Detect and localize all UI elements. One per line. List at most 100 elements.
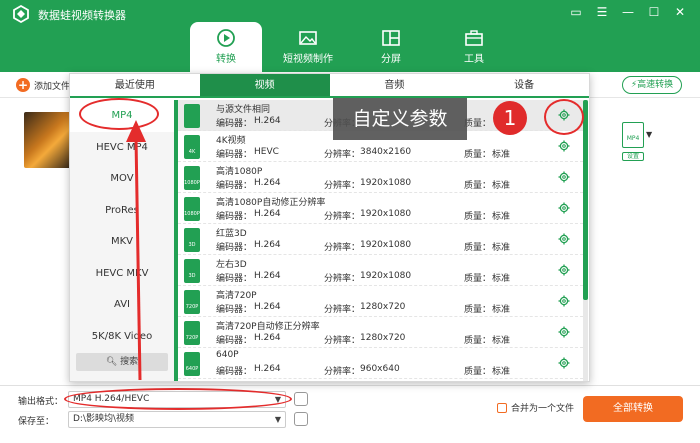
encoder-label: 编码器： — [216, 367, 253, 377]
quality-value: 标准 — [492, 150, 511, 160]
close-icon[interactable]: ✕ — [668, 3, 692, 21]
encoder-label: 编码器： — [216, 212, 253, 222]
preset-row[interactable]: 720P 高清720P 编码器： H.264 分辨率： 1280x720 质量： 标准 — [178, 286, 583, 317]
tab-audio[interactable]: 音频 — [329, 74, 460, 96]
gear-icon[interactable] — [558, 357, 570, 369]
encoder-value: H.264 — [254, 209, 281, 219]
preset-format-icon: 640P — [184, 352, 200, 376]
format-item-mov[interactable]: MOV — [70, 163, 174, 195]
tab-video[interactable]: 视频 — [199, 74, 330, 96]
format-item-prores[interactable]: ProRes — [70, 195, 174, 227]
app-logo-icon — [13, 5, 29, 23]
encoder-label: 编码器： — [216, 274, 253, 284]
tab-short-video[interactable]: 短视频制作 — [272, 22, 344, 72]
preset-name: 红蓝3D — [216, 229, 247, 239]
format-item-hevc-mp4[interactable]: HEVC MP4 — [70, 132, 174, 164]
preset-row[interactable]: 3D 左右3D 编码器： H.264 分辨率： 1920x1080 质量： 标准 — [178, 255, 583, 286]
preset-name: 高清720P — [216, 291, 257, 301]
format-item-avi[interactable]: AVI — [70, 289, 174, 321]
resolution-label: 分辨率： — [324, 274, 361, 284]
gear-icon[interactable] — [558, 233, 570, 245]
tab-split-screen-label: 分屏 — [381, 54, 401, 65]
preset-row[interactable]: 1080P 高清1080P自动修正分辨率 编码器： H.264 分辨率： 1920x108… — [178, 193, 583, 224]
resolution-value: 1280x720 — [360, 333, 406, 343]
tab-device[interactable]: 设备 — [459, 74, 589, 96]
gear-icon[interactable] — [558, 264, 570, 276]
preset-name: 4K视频 — [216, 136, 246, 146]
resolution-label: 分辨率： — [324, 181, 361, 191]
convert-icon — [217, 29, 235, 47]
tab-convert[interactable]: 转换 — [190, 22, 262, 72]
tab-short-video-label: 短视频制作 — [283, 54, 333, 65]
encoder-value: H.264 — [254, 333, 281, 343]
quality-value: 标准 — [492, 336, 511, 346]
quality-label: 质量： — [464, 212, 492, 222]
output-format-preview[interactable]: MP4 设置 ▼ — [622, 122, 652, 164]
preset-name: 与源文件相同 — [216, 105, 271, 115]
quality-label: 质量： — [464, 367, 492, 377]
folder-icon[interactable] — [294, 412, 308, 426]
fast-convert-button[interactable]: ⚡高速转换 — [622, 76, 682, 94]
gear-icon[interactable] — [558, 326, 570, 338]
format-item-5k8k[interactable]: 5K/8K Video — [70, 321, 174, 353]
search-label: 搜索 — [120, 357, 139, 367]
gear-icon[interactable] — [558, 140, 570, 152]
format-item-hevc-mkv[interactable]: HEVC MKV — [70, 258, 174, 290]
format-settings-button[interactable]: 设置 — [622, 152, 644, 161]
window-controls: ▭ ☰ — ☐ ✕ — [564, 3, 692, 21]
resolution-label: 分辨率： — [324, 305, 361, 315]
quality-label: 质量： — [464, 336, 492, 346]
preset-format-icon: 1080P — [184, 197, 200, 221]
tab-split-screen[interactable]: 分屏 — [355, 22, 427, 72]
save-to-select[interactable]: D:\影映均\视频 ▼ — [68, 411, 286, 428]
encoder-value: H.264 — [254, 271, 281, 281]
encoder-label: 编码器： — [216, 305, 253, 315]
split-screen-icon — [382, 30, 400, 46]
gear-icon[interactable] — [558, 295, 570, 307]
menu-icon[interactable]: ☰ — [590, 3, 614, 21]
preset-name: 640P — [216, 350, 239, 360]
preset-format-icon — [184, 104, 200, 128]
preset-row[interactable]: 3D 红蓝3D 编码器： H.264 分辨率： 1920x1080 质量： 标准 — [178, 224, 583, 255]
merge-checkbox[interactable]: 合并为一个文件 — [497, 401, 574, 414]
gear-icon[interactable] — [558, 202, 570, 214]
preset-scrollbar[interactable] — [583, 100, 588, 381]
checkbox-icon[interactable] — [497, 402, 507, 413]
preset-list: 与源文件相同编码器：H.264分辨率：质量：4K4K视频编码器：HEVC分辨率：… — [178, 100, 583, 381]
search-button[interactable]: 🔍︎ 搜索 — [76, 353, 168, 371]
resolution-value: 1920x1080 — [360, 271, 412, 281]
preset-scrollbar-thumb[interactable] — [583, 100, 588, 300]
quality-value: 标准 — [492, 212, 511, 222]
encoder-label: 编码器： — [216, 150, 253, 160]
preset-row[interactable]: 640P 640P 编码器： H.264 分辨率： 960x640 质量： 标准 — [178, 348, 583, 379]
add-file-button[interactable]: + 添加文件 — [16, 78, 70, 92]
add-file-label: 添加文件 — [34, 81, 71, 92]
format-item-mkv[interactable]: MKV — [70, 226, 174, 258]
search-icon: 🔍︎ — [105, 357, 118, 367]
step-badge: 1 — [493, 101, 527, 135]
minimize-icon[interactable]: — — [616, 3, 640, 21]
tab-recent[interactable]: 最近使用 — [70, 74, 200, 96]
output-format-label: 输出格式： — [18, 397, 64, 407]
annotation-ellipse-gear — [544, 99, 584, 135]
quality-value: 标准 — [492, 274, 511, 284]
chevron-down-icon[interactable]: ▼ — [646, 130, 652, 139]
preset-row[interactable]: 720P 高清720P自动修正分辨率 编码器： H.264 分辨率： 1280x720 质量… — [178, 317, 583, 348]
encoder-label: 编码器： — [216, 336, 253, 346]
quality-value: 标准 — [492, 367, 511, 377]
quality-label: 质量： — [464, 119, 492, 129]
resolution-label: 分辨率： — [324, 367, 361, 377]
maximize-icon[interactable]: ☐ — [642, 3, 666, 21]
gear-icon[interactable] — [558, 171, 570, 183]
feedback-icon[interactable]: ▭ — [564, 3, 588, 21]
save-to-label: 保存至： — [18, 417, 55, 427]
format-info-icon[interactable] — [294, 392, 308, 406]
tab-tools[interactable]: 工具 — [438, 22, 510, 72]
tab-convert-label: 转换 — [216, 54, 236, 65]
quality-label: 质量： — [464, 305, 492, 315]
format-list: MP4 HEVC MP4 MOV ProRes MKV HEVC MKV AVI… — [70, 100, 174, 381]
save-to-value: D:\影映均\视频 — [73, 414, 135, 424]
preset-row[interactable]: 1080P 高清1080P 编码器： H.264 分辨率： 1920x1080 质量： 标准 — [178, 162, 583, 193]
video-thumbnail[interactable] — [24, 112, 72, 168]
convert-all-button[interactable]: 全部转换 — [583, 396, 683, 422]
